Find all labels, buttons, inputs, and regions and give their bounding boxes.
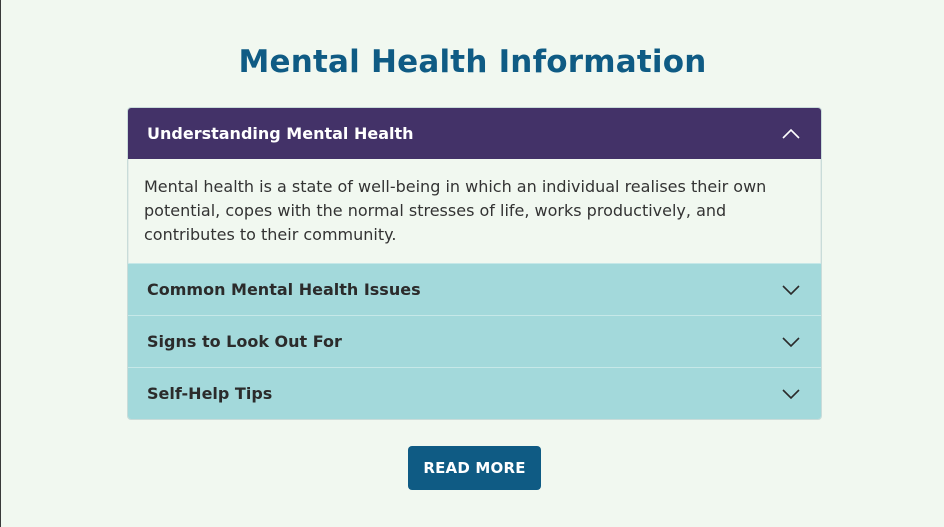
chevron-down-icon <box>782 284 800 295</box>
accordion-label: Understanding Mental Health <box>147 124 414 143</box>
chevron-up-icon <box>782 128 800 139</box>
accordion-header-self-help-tips[interactable]: Self-Help Tips <box>128 367 821 419</box>
accordion-label: Signs to Look Out For <box>147 332 342 351</box>
chevron-down-icon <box>782 336 800 347</box>
accordion-content: Mental health is a state of well-being i… <box>128 159 821 263</box>
page: Mental Health Information Understanding … <box>1 0 944 527</box>
accordion-header-understanding-mental-health[interactable]: Understanding Mental Health <box>128 108 821 159</box>
accordion-header-common-mental-health-issues[interactable]: Common Mental Health Issues <box>128 263 821 315</box>
read-more-button[interactable]: READ MORE <box>408 446 541 490</box>
accordion-header-signs-to-look-out-for[interactable]: Signs to Look Out For <box>128 315 821 367</box>
chevron-down-icon <box>782 388 800 399</box>
page-title: Mental Health Information <box>238 44 707 80</box>
accordion-label: Common Mental Health Issues <box>147 280 421 299</box>
accordion: Understanding Mental Health Mental healt… <box>127 107 822 420</box>
accordion-label: Self-Help Tips <box>147 384 273 403</box>
